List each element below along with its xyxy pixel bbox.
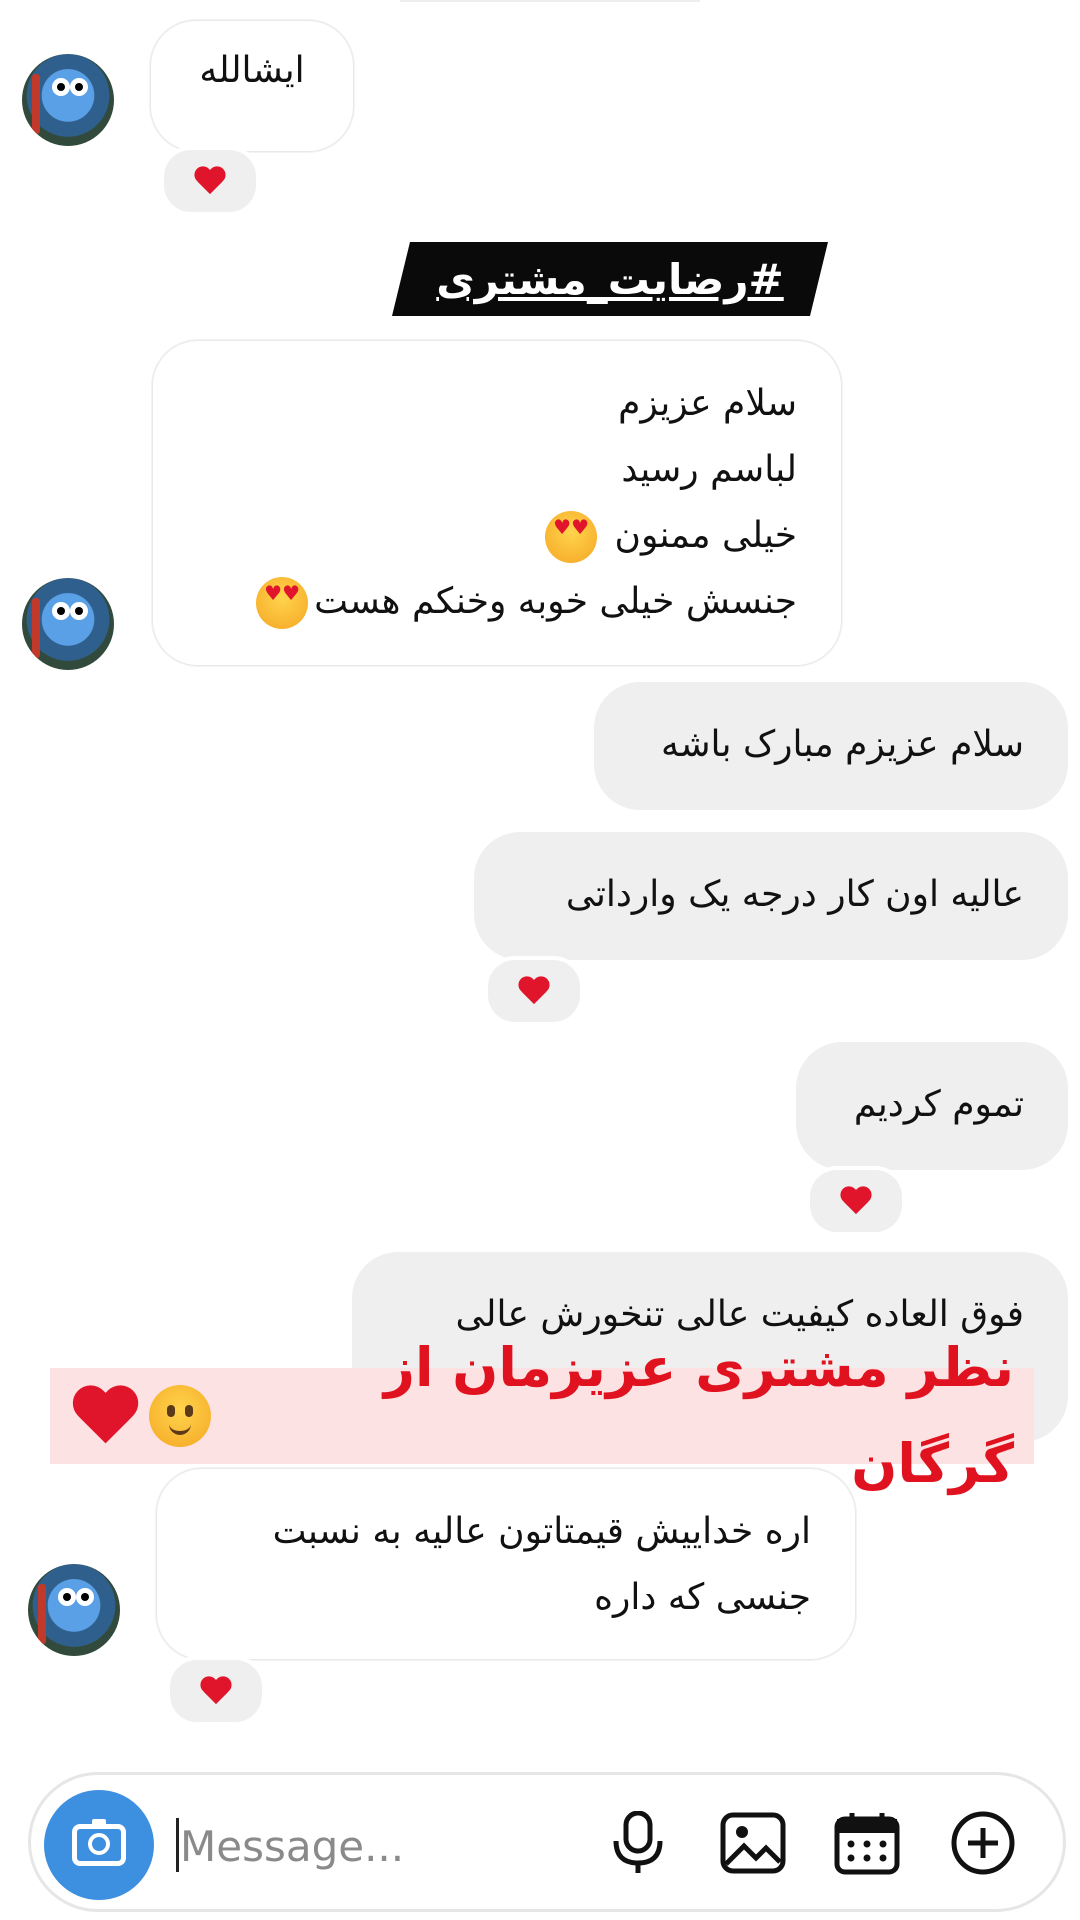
message-bubble-incoming[interactable]: اره خداییش قیمتاتون عالیه به نسبت جنسی ک… (156, 1468, 856, 1660)
gallery-button[interactable] (718, 1808, 788, 1878)
heart-icon (195, 167, 225, 195)
avatar[interactable] (28, 1564, 120, 1656)
microphone-icon (613, 1811, 663, 1873)
heart-icon (74, 1387, 135, 1446)
reaction-badge[interactable] (166, 1656, 266, 1726)
message-text: سلام عزیزم مبارک باشه (661, 724, 1024, 765)
heart-eyes-emoji-icon (256, 577, 309, 629)
heart-icon (201, 1677, 231, 1705)
message-line: اره خداییش قیمتاتون عالیه به نسبت (272, 1511, 811, 1552)
microphone-button[interactable] (603, 1808, 673, 1878)
heart-icon (519, 977, 549, 1005)
reaction-badge[interactable] (806, 1166, 906, 1236)
message-line: جنسش خیلی خوبه وخنکم هست (197, 569, 797, 635)
smiling-face-with-hearts-icon (149, 1385, 212, 1447)
add-button[interactable] (948, 1808, 1018, 1878)
avatar[interactable] (22, 54, 114, 146)
calendar-icon (834, 1813, 900, 1875)
message-bubble-outgoing[interactable]: عالیه اون کار درجه یک وارداتی (474, 832, 1068, 960)
message-bubble-outgoing[interactable]: سلام عزیزم مبارک باشه (594, 682, 1068, 810)
hashtag-text: #رضایت_مشتری (436, 254, 784, 304)
message-bubble-outgoing[interactable]: تموم کردیم (796, 1042, 1068, 1170)
caption-banner: نظر مشتری عزیزمان از گرگان (50, 1336, 1034, 1495)
message-bubble-incoming[interactable]: ایشالله (150, 20, 354, 152)
camera-icon (72, 1819, 126, 1866)
image-icon (720, 1812, 786, 1874)
avatar[interactable] (22, 578, 114, 670)
message-text: ایشالله (199, 50, 305, 91)
message-line: خیلی ممنون (197, 503, 797, 569)
reaction-badge[interactable] (160, 146, 260, 216)
message-text: عالیه اون کار درجه یک وارداتی (565, 874, 1024, 915)
message-line: جنسی که داره (594, 1577, 811, 1618)
hashtag-banner: #رضایت_مشتری (392, 242, 828, 316)
message-line-text: جنسش خیلی خوبه وخنکم هست (314, 581, 797, 622)
reaction-badge[interactable] (484, 956, 584, 1026)
camera-button[interactable] (44, 1790, 154, 1900)
schedule-button[interactable] (832, 1808, 902, 1878)
message-bubble-incoming[interactable]: سلام عزیزم لباسم رسید خیلی ممنون جنسش خی… (152, 340, 842, 666)
message-line: لباسم رسید (621, 449, 797, 490)
message-input[interactable] (178, 1810, 582, 1882)
plus-circle-icon (951, 1811, 1015, 1875)
heart-icon (841, 1187, 871, 1215)
heart-eyes-emoji-icon (545, 511, 598, 563)
divider (400, 0, 700, 2)
message-line-text: خیلی ممنون (614, 515, 797, 556)
message-line: سلام عزیزم (618, 383, 797, 424)
message-text: تموم کردیم (853, 1084, 1024, 1125)
